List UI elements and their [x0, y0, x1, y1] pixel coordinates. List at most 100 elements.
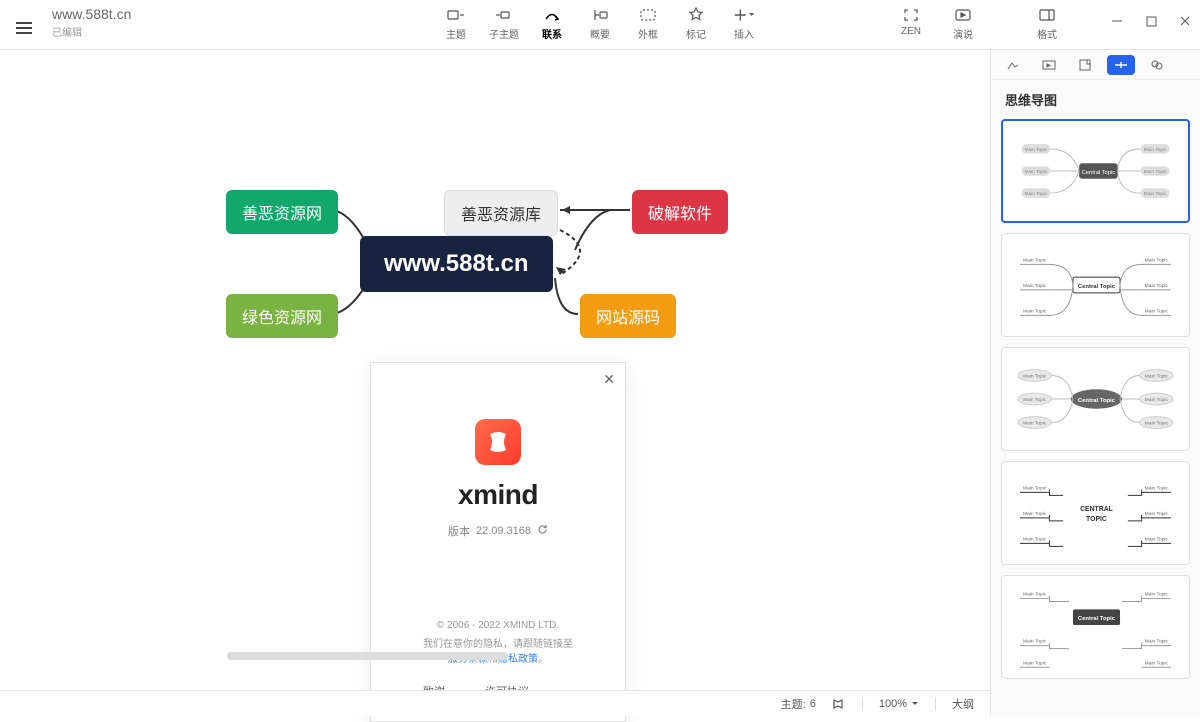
toolbar-center: 主题 子主题 联系 概要 外框	[439, 6, 761, 41]
svg-text:Main Topic: Main Topic	[1023, 397, 1047, 403]
dialog-close-button[interactable]: ✕	[603, 371, 615, 388]
svg-text:Main Topic: Main Topic	[1023, 421, 1047, 427]
boundary-icon	[637, 6, 659, 24]
svg-text:Main Topic: Main Topic	[1023, 485, 1047, 491]
tool-relation[interactable]: 联系	[535, 6, 569, 41]
template-1[interactable]: Central Topic Main Topic Main Topic Main T…	[1001, 119, 1190, 223]
svg-text:Main Topic: Main Topic	[1144, 169, 1167, 175]
svg-text:Main Topic: Main Topic	[1024, 191, 1047, 197]
summary-icon	[589, 6, 611, 24]
template-2[interactable]: Central Topic Main Topic Main Topic Main T…	[1001, 233, 1190, 337]
tab-style[interactable]	[999, 55, 1027, 75]
svg-text:Main Topic: Main Topic	[1145, 283, 1169, 289]
tab-slide[interactable]	[1035, 55, 1063, 75]
tool-boundary[interactable]: 外框	[631, 6, 665, 41]
play-icon	[952, 6, 974, 24]
svg-text:Main Topic: Main Topic	[1023, 511, 1047, 517]
tool-zen[interactable]: ZEN	[894, 6, 928, 41]
node-green2[interactable]: 绿色资源网	[226, 294, 338, 338]
svg-text:Main Topic: Main Topic	[1145, 660, 1169, 666]
canvas-area[interactable]: 善恶资源网 善恶资源库 破解软件 www.588t.cn 绿色资源网 网站源码 …	[0, 50, 990, 690]
xmind-logo-icon	[475, 419, 521, 465]
node-green1[interactable]: 善恶资源网	[226, 190, 338, 234]
template-4[interactable]: CENTRAL TOPIC Main Topic Main Topic Main To…	[1001, 461, 1190, 565]
panel-tabs	[991, 50, 1200, 80]
node-orange[interactable]: 网站源码	[580, 294, 676, 338]
plus-icon	[733, 6, 755, 24]
svg-text:Main Topic: Main Topic	[1023, 639, 1047, 645]
svg-text:Main Topic: Main Topic	[1023, 373, 1047, 379]
close-button[interactable]	[1178, 14, 1192, 28]
minimize-button[interactable]	[1110, 14, 1124, 28]
svg-text:Main Topic: Main Topic	[1145, 592, 1169, 598]
tool-format[interactable]: 格式	[1030, 6, 1064, 41]
svg-text:Main Topic: Main Topic	[1145, 308, 1169, 314]
document-status: 已编辑	[52, 24, 131, 39]
document-title-block: www.588t.cn 已编辑	[52, 6, 131, 39]
svg-text:Main Topic: Main Topic	[1144, 147, 1167, 153]
template-3[interactable]: Central Topic Main Topic Main Topic Main T…	[1001, 347, 1190, 451]
svg-text:Main Topic: Main Topic	[1145, 397, 1169, 403]
product-name: xmind	[458, 479, 538, 511]
template-5[interactable]: Central Topic Main Topic Main Topic Main T…	[1001, 575, 1190, 679]
svg-text:Central Topic: Central Topic	[1078, 284, 1116, 290]
fullscreen-icon	[900, 6, 922, 24]
svg-text:Main Topic: Main Topic	[1145, 536, 1169, 542]
svg-text:CENTRAL: CENTRAL	[1080, 506, 1113, 513]
svg-text:Main Topic: Main Topic	[1023, 660, 1047, 666]
svg-text:Main Topic: Main Topic	[1023, 283, 1047, 289]
tool-subtopic[interactable]: 子主题	[487, 6, 521, 41]
format-panel: 思维导图 Central Topic Main Topic Main Topic M…	[990, 50, 1200, 716]
node-center[interactable]: www.588t.cn	[360, 236, 553, 292]
about-dialog: ✕ xmind 版本 22.09.3168 © 2006 - 2022 XMIN…	[370, 362, 626, 722]
panel-title: 思维导图	[991, 80, 1200, 119]
svg-text:TOPIC: TOPIC	[1086, 516, 1107, 523]
copyright: © 2006 - 2022 XMIND LTD.	[423, 620, 573, 631]
title-bar: www.588t.cn 已编辑 主题 子主题 联系 概要	[0, 0, 1200, 50]
svg-text:Main Topic: Main Topic	[1145, 485, 1169, 491]
svg-text:Main Topic: Main Topic	[1023, 308, 1047, 314]
subtopic-icon	[493, 6, 515, 24]
svg-text:Main Topic: Main Topic	[1023, 536, 1047, 542]
svg-text:Main Topic: Main Topic	[1145, 257, 1169, 263]
svg-text:Main Topic: Main Topic	[1023, 592, 1047, 598]
topic-count: 主题: 6	[781, 696, 816, 712]
topic-icon	[445, 6, 467, 24]
map-view-button[interactable]	[832, 698, 846, 710]
svg-text:Main Topic: Main Topic	[1024, 169, 1047, 175]
svg-text:Central Topic: Central Topic	[1082, 170, 1116, 176]
template-list: Central Topic Main Topic Main Topic Main T…	[991, 119, 1200, 679]
svg-text:Main Topic: Main Topic	[1145, 421, 1169, 427]
svg-text:Main Topic: Main Topic	[1145, 373, 1169, 379]
tool-marker[interactable]: 标记	[679, 6, 713, 41]
menu-button[interactable]	[8, 12, 40, 44]
tab-theme[interactable]	[1143, 55, 1171, 75]
tool-topic[interactable]: 主题	[439, 6, 473, 41]
zoom-level[interactable]: 100%	[879, 698, 919, 710]
svg-text:Central Topic: Central Topic	[1078, 398, 1116, 404]
window-controls	[1110, 14, 1192, 28]
panel-icon	[1036, 6, 1058, 24]
outline-button[interactable]: 大纲	[952, 696, 974, 712]
tool-summary[interactable]: 概要	[583, 6, 617, 41]
tab-note[interactable]	[1071, 55, 1099, 75]
toolbar-right: ZEN 演说	[894, 6, 980, 41]
refresh-icon[interactable]	[537, 524, 548, 538]
star-icon	[685, 6, 707, 24]
tool-present[interactable]: 演说	[946, 6, 980, 41]
node-gray[interactable]: 善恶资源库	[444, 190, 558, 236]
tab-structure[interactable]	[1107, 55, 1135, 75]
svg-text:Main Topic: Main Topic	[1023, 257, 1047, 263]
status-bar: 主题: 6 100% 大纲	[0, 690, 990, 716]
node-red[interactable]: 破解软件	[632, 190, 728, 234]
horizontal-scrollbar[interactable]	[20, 652, 760, 662]
maximize-button[interactable]	[1144, 14, 1158, 28]
svg-text:Main Topic: Main Topic	[1144, 191, 1167, 197]
svg-text:Main Topic: Main Topic	[1145, 511, 1169, 517]
svg-text:Main Topic: Main Topic	[1024, 147, 1047, 153]
document-title: www.588t.cn	[52, 6, 131, 22]
tool-insert[interactable]: 插入	[727, 6, 761, 41]
scrollbar-thumb[interactable]	[227, 652, 508, 660]
svg-text:Central Topic: Central Topic	[1078, 616, 1116, 622]
version-line: 版本 22.09.3168	[448, 523, 548, 539]
